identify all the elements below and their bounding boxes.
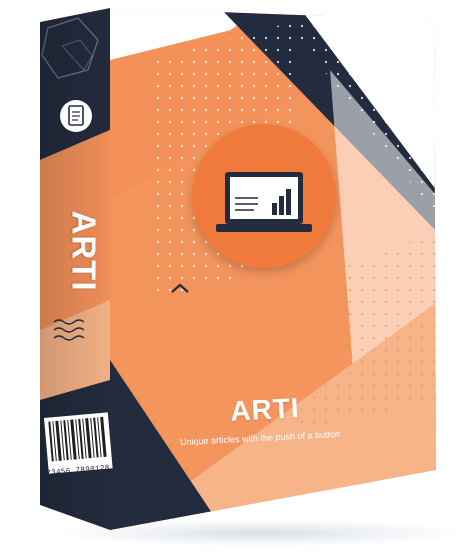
product-title: ARTI (229, 392, 301, 427)
document-icon (60, 100, 92, 132)
laptop-graphic (216, 172, 312, 232)
spine-title-text: ARTI (65, 210, 102, 292)
product-box-image: ARTI 23456 7890128 ARTI Unique articles … (0, 0, 474, 557)
spine-title: ARTI (53, 196, 113, 306)
box-front-face (110, 8, 436, 530)
